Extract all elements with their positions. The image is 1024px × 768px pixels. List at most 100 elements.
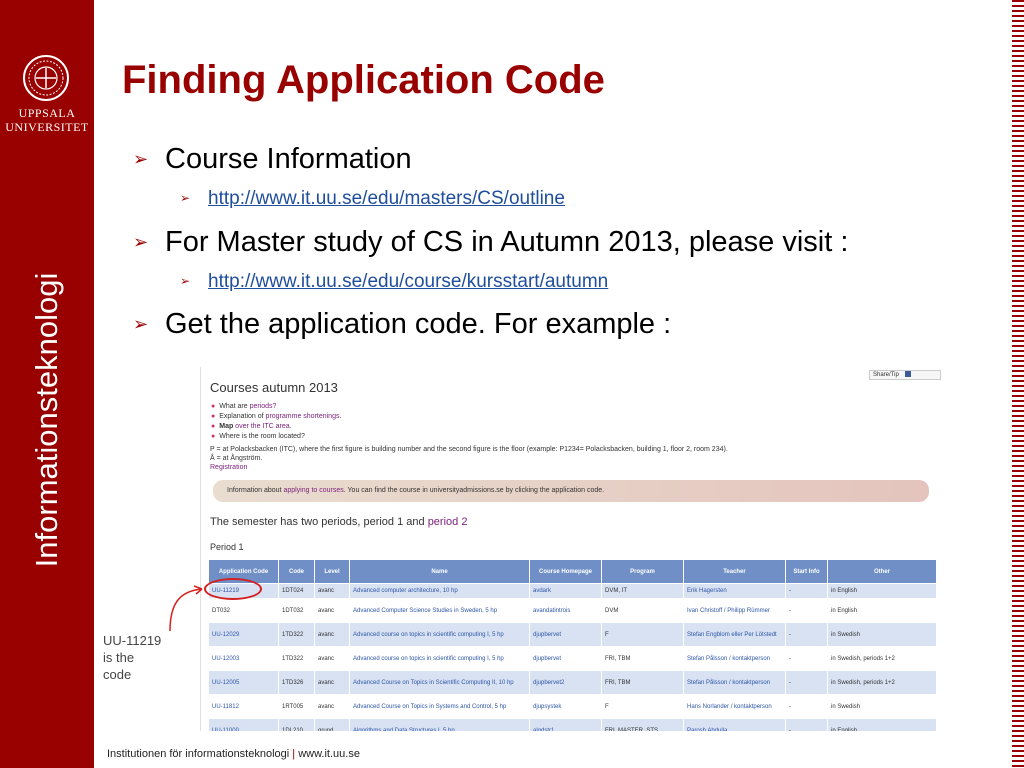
column-header[interactable]: Code bbox=[278, 559, 315, 584]
table-cell[interactable]: UU-11812 bbox=[208, 694, 279, 719]
table-cell[interactable]: avdark bbox=[529, 583, 602, 599]
list-item: ● Explanation of programme shortenings. bbox=[211, 413, 342, 420]
table-cell: FRI, TBM bbox=[601, 670, 684, 695]
table-cell: - bbox=[785, 670, 828, 695]
courses-table: Application Code Code Level Name Course Home… bbox=[208, 559, 937, 731]
table-body: UU-11219 1DT024 avanc Advanced computer arc… bbox=[208, 583, 937, 731]
table-cell[interactable]: avandatintrois bbox=[529, 598, 602, 623]
table-cell[interactable]: Advanced Course on Topics in Systems and… bbox=[349, 694, 530, 719]
footer: Institutionen för informationsteknologi … bbox=[107, 748, 360, 760]
sub-bullet-arrow-icon: ➢ bbox=[180, 191, 191, 205]
bullet-arrow-icon: ➢ bbox=[133, 232, 149, 252]
period-2-link[interactable]: period 2 bbox=[428, 516, 468, 528]
table-cell[interactable]: djupbervet bbox=[529, 646, 602, 671]
table-cell: 1TD326 bbox=[278, 670, 315, 695]
table-cell[interactable]: algdstr1 bbox=[529, 718, 602, 731]
table-cell[interactable]: Erik Hagersten bbox=[683, 583, 786, 599]
table-cell: avanc bbox=[314, 598, 350, 623]
period-heading: Period 1 bbox=[210, 542, 244, 552]
table-cell[interactable]: Advanced Computer Science Studies in Swe… bbox=[349, 598, 530, 623]
edge-stripes bbox=[1012, 0, 1024, 768]
bullet-arrow-icon: ➢ bbox=[133, 149, 149, 169]
column-header[interactable]: Course Homepage bbox=[529, 559, 602, 584]
table-cell[interactable]: Advanced course on topics in scientific … bbox=[349, 646, 530, 671]
table-cell: in English bbox=[827, 583, 937, 599]
table-cell[interactable]: Stefan Pålsson / kontaktperson bbox=[683, 646, 786, 671]
table-cell[interactable]: Parosh Abdulla bbox=[683, 718, 786, 731]
sidebar-band: UPPSALA UNIVERSITET Informationsteknolog… bbox=[0, 0, 94, 768]
table-cell: in Swedish bbox=[827, 622, 937, 647]
table-cell[interactable]: djupsystek bbox=[529, 694, 602, 719]
column-header[interactable]: Level bbox=[314, 559, 350, 584]
table-row: UU-12029 1TD322 avanc Advanced course on to… bbox=[208, 622, 937, 647]
list-item: ● What are periods? bbox=[211, 403, 277, 410]
column-header[interactable]: Teacher bbox=[683, 559, 786, 584]
table-row: UU-11000 1DL210 grund Algorithms and Data S… bbox=[208, 718, 937, 731]
list-item: ● Map over the ITC area. bbox=[211, 423, 292, 430]
column-header[interactable]: Name bbox=[349, 559, 530, 584]
table-cell[interactable]: Stefan Pålsson / kontaktperson bbox=[683, 670, 786, 695]
table-cell[interactable]: Advanced computer architecture, 10 hp bbox=[349, 583, 530, 599]
table-cell: F bbox=[601, 694, 684, 719]
table-cell: in Swedish bbox=[827, 694, 937, 719]
table-cell[interactable]: Ivan Christoff / Philipp Rümmer bbox=[683, 598, 786, 623]
table-cell: 1DL210 bbox=[278, 718, 315, 731]
table-cell: - bbox=[785, 646, 828, 671]
table-cell: 1TD322 bbox=[278, 646, 315, 671]
table-header-row: Application Code Code Level Name Course Home… bbox=[208, 559, 937, 584]
table-row: UU-12005 1TD326 avanc Advanced Course on To… bbox=[208, 670, 937, 695]
annotation-text: UU-11219 is the code bbox=[103, 633, 162, 682]
table-cell[interactable]: Advanced Course on Topics in Scientific … bbox=[349, 670, 530, 695]
facebook-icon bbox=[904, 371, 911, 378]
courses-screenshot: Share/Tip Courses autumn 2013 ● What are … bbox=[200, 367, 945, 731]
courses-heading: Courses autumn 2013 bbox=[210, 380, 338, 395]
table-cell: 1TD322 bbox=[278, 622, 315, 647]
table-cell: - bbox=[785, 694, 828, 719]
table-cell[interactable]: UU-12005 bbox=[208, 670, 279, 695]
table-cell: avanc bbox=[314, 694, 350, 719]
table-row: UU-11219 1DT024 avanc Advanced computer arc… bbox=[208, 583, 937, 599]
table-cell: 1RT005 bbox=[278, 694, 315, 719]
registration-link[interactable]: Registration bbox=[210, 464, 247, 471]
table-cell: avanc bbox=[314, 670, 350, 695]
vertical-label: Informationsteknologi bbox=[29, 272, 64, 568]
bullet-arrow-icon: ➢ bbox=[133, 314, 149, 334]
table-cell: avanc bbox=[314, 622, 350, 647]
table-cell: avanc bbox=[314, 646, 350, 671]
table-row: UU-11812 1RT005 avanc Advanced Course on To… bbox=[208, 694, 937, 719]
table-row: DT032 1DT032 avanc Advanced Computer Scienc… bbox=[208, 598, 937, 623]
table-cell[interactable]: UU-12003 bbox=[208, 646, 279, 671]
share-tip-button[interactable]: Share/Tip bbox=[869, 370, 941, 380]
table-cell: in Swedish, periods 1+2 bbox=[827, 670, 937, 695]
table-cell: - bbox=[785, 718, 828, 731]
table-cell: avanc bbox=[314, 583, 350, 599]
sub-bullet-arrow-icon: ➢ bbox=[180, 274, 191, 288]
university-seal-icon bbox=[23, 55, 69, 101]
table-cell: in English bbox=[827, 718, 937, 731]
table-cell: 1DT024 bbox=[278, 583, 315, 599]
table-cell: - bbox=[785, 622, 828, 647]
table-row: UU-12003 1TD322 avanc Advanced course on to… bbox=[208, 646, 937, 671]
slide-title: Finding Application Code bbox=[122, 58, 605, 102]
table-cell[interactable]: Algorithms and Data Structures I, 5 hp bbox=[349, 718, 530, 731]
table-cell: 1DT032 bbox=[278, 598, 315, 623]
table-cell[interactable]: djupbervet2 bbox=[529, 670, 602, 695]
table-cell[interactable]: Stefan Engblom eller Per Lötstedt bbox=[683, 622, 786, 647]
table-cell[interactable]: UU-11000 bbox=[208, 718, 279, 731]
location-note: P = at Polacksbacken (ITC), where the fi… bbox=[210, 446, 728, 462]
university-name-line1: UPPSALA bbox=[18, 106, 76, 120]
university-name-line2: UNIVERSITET bbox=[5, 120, 89, 134]
table-cell[interactable]: Hans Norlander / kontaktperson bbox=[683, 694, 786, 719]
column-header[interactable]: Start Info bbox=[785, 559, 828, 584]
column-header[interactable]: Other bbox=[827, 559, 937, 584]
table-cell[interactable]: djupbervet bbox=[529, 622, 602, 647]
table-cell[interactable]: Advanced course on topics in scientific … bbox=[349, 622, 530, 647]
table-cell: FRI, TBM bbox=[601, 646, 684, 671]
annotation-arrow-icon bbox=[169, 585, 203, 632]
table-cell: grund bbox=[314, 718, 350, 731]
table-cell: in Swedish, periods 1+2 bbox=[827, 646, 937, 671]
table-cell: in English bbox=[827, 598, 937, 623]
table-cell: - bbox=[785, 598, 828, 623]
table-cell: DVM bbox=[601, 598, 684, 623]
column-header[interactable]: Program bbox=[601, 559, 684, 584]
